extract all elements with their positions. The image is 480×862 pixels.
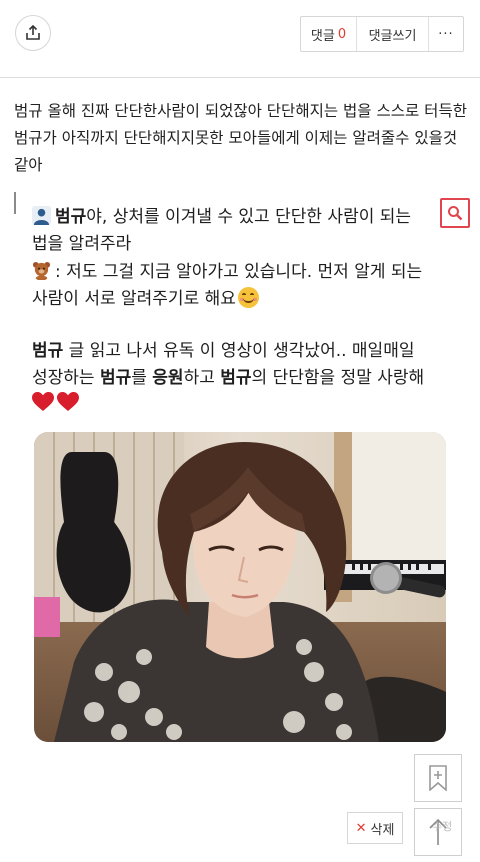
red-heart-icon: [32, 392, 54, 411]
quote-text: 의 단단함을 정말 사랑해: [251, 368, 425, 388]
video-frame-illustration: [34, 432, 446, 742]
red-heart-icon: [57, 392, 79, 411]
post-line: 같아: [14, 156, 43, 174]
quote-text: 글 읽고 나서 유독 이 영상이 생각났어.. 매일매일: [63, 341, 415, 361]
comment-count-button[interactable]: 댓글 0: [301, 17, 357, 51]
post-header: 댓글 0 댓글쓰기 ···: [0, 0, 480, 78]
quote-text: 하고: [183, 368, 221, 388]
post-body: 범규 올해 진짜 단단한사람이 되었잖아 단단해지는 법을 스스로 터득한 범규…: [14, 98, 470, 179]
more-options-button[interactable]: ···: [429, 17, 463, 51]
comment-count: 0: [337, 26, 347, 42]
quote-text: 성장하는: [32, 368, 100, 388]
bookmark-add-icon: [429, 765, 447, 791]
quote-comment-line1: 범규 글 읽고 나서 유독 이 영상이 생각났어.. 매일매일: [32, 338, 414, 365]
quote-question-line2: 법을 알려주라: [32, 234, 132, 254]
delete-label: 삭제: [370, 822, 395, 838]
quote-answer-line1: : 저도 그걸 지금 알아가고 있습니다. 먼저 알게 되는: [32, 259, 422, 286]
close-icon: ✕: [355, 820, 367, 836]
quote-emphasis: 응원: [152, 368, 184, 388]
quote-comment-line2: 성장하는 범규를 응원하고 범규의 단단함을 정말 사랑해: [32, 365, 424, 392]
captured-image: 범규야, 상처를 이겨낼 수 있고 단단한 사람이 되는 법을 알려주라 : 저…: [14, 192, 470, 752]
video-still[interactable]: [34, 432, 446, 742]
quote-name: 범규: [55, 207, 87, 227]
smiling-face-icon: [237, 287, 259, 308]
edit-button[interactable]: 수정: [432, 818, 452, 834]
quote-name: 범규: [99, 368, 132, 388]
quote-name: 범규: [220, 368, 252, 388]
share-upload-icon: [26, 25, 40, 40]
quote-answer-line2: 사람이 서로 알려주기로 해요: [32, 286, 259, 313]
comment-label: 댓글: [310, 28, 335, 44]
write-comment-button[interactable]: 댓글쓰기: [357, 17, 429, 51]
quote-text: 사람이 서로 알려주기로 해요: [32, 289, 236, 309]
post-line: 범규가 아직까지 단단해지지못한 모아들에게 이제는 알려줄수 있을것: [14, 129, 458, 147]
image-search-button[interactable]: [440, 198, 470, 228]
quote-question-line1: 범규야, 상처를 이겨낼 수 있고 단단한 사람이 되는: [32, 204, 411, 231]
quote-text: 야, 상처를 이겨낼 수 있고 단단한 사람이 되는: [86, 207, 412, 227]
share-button[interactable]: [15, 15, 51, 51]
hearts-row: [32, 392, 79, 416]
teddy-bear-icon: [32, 261, 51, 280]
quote-text: 를: [131, 368, 153, 388]
quote-text: : 저도 그걸 지금 알아가고 있습니다. 먼저 알게 되는: [55, 262, 423, 282]
search-icon: [448, 206, 463, 221]
quote-name: 범규: [32, 341, 64, 361]
delete-button[interactable]: ✕ 삭제: [347, 812, 403, 844]
person-silhouette-icon: [32, 206, 51, 225]
post-line: 범규 올해 진짜 단단한사람이 되었잖아 단단해지는 법을 스스로 터득한: [14, 102, 467, 120]
header-button-group: 댓글 0 댓글쓰기 ···: [300, 16, 464, 52]
quote-divider: [14, 192, 16, 214]
bookmark-button[interactable]: [414, 754, 462, 802]
